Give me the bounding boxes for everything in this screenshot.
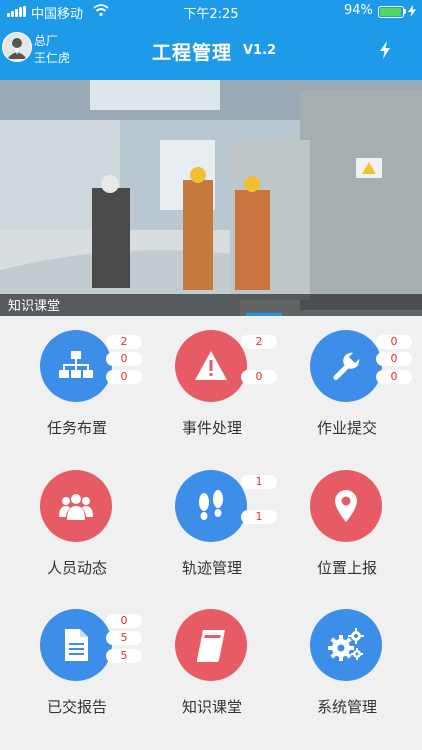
banner-caption: 知识课堂: [8, 299, 61, 314]
menu-item-7[interactable]: 0 5 5 已交报告: [0, 601, 142, 739]
user-name: 王仁虎: [34, 51, 71, 65]
battery-percent: 94%: [344, 3, 373, 18]
menu-item-6[interactable]: 位置上报: [270, 462, 410, 600]
location-pin-icon: [335, 490, 357, 522]
banner-image[interactable]: 知识课堂: [0, 80, 422, 316]
app-screen: 中国移动 下午2:25 94% 总厂 王仁虎 工程管理 V1.2 知识课堂 2 …: [0, 0, 422, 750]
menu-label: 位置上报: [316, 559, 377, 577]
menu-item-3[interactable]: 0 0 0 作业提交: [270, 322, 412, 460]
menu-icon-circle[interactable]: [310, 330, 382, 402]
menu-icon-circle[interactable]: [40, 330, 112, 402]
document-icon: [65, 629, 88, 661]
charging-icon: [408, 5, 416, 17]
menu-icon-circle[interactable]: [40, 470, 112, 542]
menu-label: 事件处理: [181, 419, 242, 437]
banner-photo: [0, 80, 422, 316]
count-badge: 0: [376, 352, 412, 366]
menu-label: 作业提交: [316, 419, 377, 437]
menu-icon-circle[interactable]: [175, 470, 247, 542]
menu-item-5[interactable]: 1 1 轨迹管理: [135, 462, 277, 600]
book-icon: [197, 630, 225, 662]
avatar[interactable]: [2, 32, 32, 62]
menu-item-8[interactable]: 知识课堂: [135, 601, 275, 739]
header-bar: 中国移动 下午2:25 94% 总厂 王仁虎 工程管理 V1.2: [0, 0, 422, 80]
gears-icon: [328, 628, 364, 661]
footprints-icon: [199, 490, 223, 520]
menu-label: 轨迹管理: [181, 559, 242, 577]
menu-label: 知识课堂: [181, 698, 242, 716]
banner-caption-bar: [0, 294, 422, 316]
count-badge: 0: [376, 335, 412, 349]
menu-icon-circle[interactable]: [310, 609, 382, 681]
count-badge: 0: [376, 370, 412, 384]
wrench-icon: [333, 352, 360, 380]
menu-icon-circle[interactable]: [175, 609, 247, 681]
menu-item-1[interactable]: 2 0 0 任务布置: [0, 322, 142, 460]
status-bar: 中国移动 下午2:25 94%: [0, 0, 422, 22]
battery-icon: [378, 6, 404, 18]
warning-icon: [195, 351, 227, 380]
menu-icon-circle[interactable]: [40, 609, 112, 681]
user-org: 总厂: [34, 34, 59, 48]
menu-icon-circle[interactable]: [175, 330, 247, 402]
menu-icon-circle[interactable]: [310, 470, 382, 542]
carousel-indicator: [246, 313, 282, 316]
version-label: V1.2: [243, 43, 277, 58]
menu-label: 已交报告: [46, 698, 107, 716]
org-chart-icon: [59, 351, 93, 378]
menu-item-9[interactable]: 系统管理: [270, 601, 410, 739]
menu-item-4[interactable]: 人员动态: [0, 462, 140, 600]
menu-label: 系统管理: [316, 698, 377, 716]
flash-icon[interactable]: [379, 41, 391, 59]
menu-label: 任务布置: [46, 419, 107, 437]
menu-label: 人员动态: [46, 559, 107, 577]
page-title: 工程管理: [152, 42, 233, 64]
user-avatar-icon: [7, 38, 27, 59]
menu-item-2[interactable]: 2 0 事件处理: [135, 322, 277, 460]
people-icon: [59, 494, 93, 520]
battery-cap: [404, 9, 406, 14]
